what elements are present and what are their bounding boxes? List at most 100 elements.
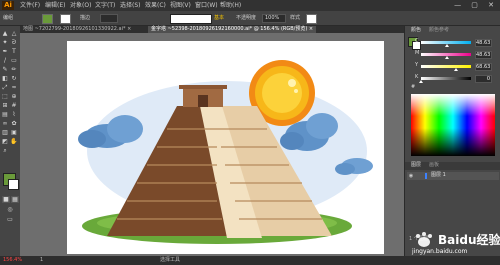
stroke-label: 描边 <box>80 15 91 21</box>
mesh-tool-icon[interactable]: # <box>10 102 18 109</box>
eye-icon[interactable]: ◉ <box>408 173 414 179</box>
tab-artboards[interactable]: 画板 <box>429 162 439 169</box>
graph-tool-icon[interactable]: ▥ <box>1 129 9 136</box>
zoom-tool-icon[interactable]: ⌕ <box>1 147 9 154</box>
basic-label: 基本 <box>214 15 225 21</box>
watermark-url: jingyan.baidu.com <box>412 248 468 255</box>
draw-mode-icon[interactable]: ◎ <box>6 206 14 213</box>
page-indicator[interactable]: 1 <box>40 257 43 264</box>
menu-select[interactable]: 选择(S) <box>120 1 141 10</box>
blend-tool-icon[interactable]: ∞ <box>1 120 9 127</box>
tools-panel: ▲ △ ✦ ᘐ ✒ T / ▭ ✎ ✏ ◧ ↻ ⤢ ≈ ⬚ ⊕ ⊞ # ▤ ⌇ … <box>0 26 21 256</box>
rotate-icon[interactable]: ↻ <box>10 75 18 82</box>
gradient-tool-icon[interactable]: ▤ <box>1 111 9 118</box>
sun-highlight-small <box>294 89 298 93</box>
menu-bar: Ai 文件(F) 编辑(E) 对象(O) 文字(T) 选择(S) 效果(C) 视… <box>0 0 500 11</box>
channel-c-label: C <box>415 38 419 44</box>
control-bar: 编组 描边 基本 不透明度 100% 样式 <box>0 11 500 26</box>
direct-selection-tool-icon[interactable]: △ <box>10 30 18 37</box>
style-label: 样式 <box>290 15 301 21</box>
symbol-sprayer-icon[interactable]: ✿ <box>10 120 18 127</box>
window-controls[interactable]: — ▢ ✕ <box>454 1 498 10</box>
menu-edit[interactable]: 编辑(E) <box>45 1 65 10</box>
black-slider-thumb[interactable] <box>419 80 423 83</box>
hand-tool-icon[interactable]: ✋ <box>10 138 18 145</box>
magenta-slider-thumb[interactable] <box>445 56 449 59</box>
eyedropper-icon[interactable]: ⌇ <box>10 111 18 118</box>
menu-effect[interactable]: 效果(C) <box>145 1 166 10</box>
yellow-value[interactable]: 68.63 <box>475 63 492 71</box>
menu-window[interactable]: 窗口(W) <box>195 1 218 10</box>
menu-type[interactable]: 文字(T) <box>95 1 115 10</box>
channel-k-label: K <box>415 74 419 80</box>
tab-pyramid-document[interactable]: 金字塔 ~52398-20180926192160000.ai* @ 156.4… <box>148 26 317 33</box>
color-panel: 颜色 颜色参考 C 48.63 M 48.63 Y 68.63 K 0 # 图层… <box>404 26 500 256</box>
fill-swatch[interactable] <box>42 14 53 24</box>
watermark: Baidu经验 jingyan.baidu.com <box>412 232 500 256</box>
lasso-icon[interactable]: ᘐ <box>10 39 18 46</box>
menu-object[interactable]: 对象(O) <box>70 1 91 10</box>
cyan-value[interactable]: 48.63 <box>475 39 492 47</box>
gradient-mode-icon[interactable]: ▦ <box>11 196 19 203</box>
tab-layers[interactable]: 图层 <box>411 162 421 169</box>
temple-roof <box>179 85 227 89</box>
perspective-grid-icon[interactable]: ⊞ <box>1 102 9 109</box>
magenta-value[interactable]: 48.63 <box>475 51 492 59</box>
style-swatch[interactable] <box>306 14 317 24</box>
opacity-label: 不透明度 <box>236 15 257 21</box>
channel-m-label: M <box>415 50 420 56</box>
scale-icon[interactable]: ⤢ <box>1 84 9 91</box>
menu-help[interactable]: 帮助(H) <box>220 1 241 10</box>
width-tool-icon[interactable]: ≈ <box>10 84 18 91</box>
menu-file[interactable]: 文件(F) <box>20 1 40 10</box>
brush-definition[interactable] <box>170 14 212 24</box>
yellow-slider[interactable] <box>421 65 471 68</box>
tab-color[interactable]: 颜色 <box>411 27 421 34</box>
stroke-color-box[interactable] <box>8 179 19 190</box>
document-tabs: 地图 ~7202799-20180926101330922.ai* × 金字塔 … <box>20 26 404 33</box>
pencil-icon[interactable]: ✏ <box>10 66 18 73</box>
black-value[interactable]: 0 <box>475 75 492 83</box>
menu-view[interactable]: 视图(V) <box>170 1 191 10</box>
stroke-swatch[interactable] <box>60 14 71 24</box>
layers-header: 图层 画板 <box>405 162 500 170</box>
screen-mode-icon[interactable]: ▭ <box>6 216 14 223</box>
paintbrush-icon[interactable]: ✎ <box>1 66 9 73</box>
color-mode-icon[interactable]: ■ <box>2 196 10 203</box>
selection-label: 编组 <box>3 15 14 21</box>
artwork <box>78 60 373 244</box>
stroke-weight-dropdown[interactable] <box>100 14 118 23</box>
sun-highlight <box>288 79 296 87</box>
temple-door <box>198 95 208 107</box>
slice-tool-icon[interactable]: ◩ <box>1 138 9 145</box>
hex-label: # <box>411 84 416 90</box>
selection-tool-icon[interactable]: ▲ <box>1 30 9 37</box>
pen-tool-icon[interactable]: ✒ <box>1 48 9 55</box>
layer-name[interactable]: 图层 1 <box>431 172 446 179</box>
artboard-tool-icon[interactable]: ▣ <box>10 129 18 136</box>
canvas-area[interactable] <box>20 33 404 256</box>
black-slider[interactable] <box>421 77 471 80</box>
magic-wand-icon[interactable]: ✦ <box>1 39 9 46</box>
zoom-indicator[interactable]: 156.4% <box>3 257 22 264</box>
channel-y-label: Y <box>415 62 419 68</box>
rectangle-tool-icon[interactable]: ▭ <box>10 57 18 64</box>
cyan-slider-thumb[interactable] <box>445 44 449 47</box>
free-transform-icon[interactable]: ⬚ <box>1 93 9 100</box>
tab-map-document[interactable]: 地图 ~7202799-20180926101330922.ai* × <box>20 26 134 33</box>
tab-color-guide[interactable]: 颜色参考 <box>429 27 449 34</box>
opacity-field[interactable]: 100% <box>262 14 286 23</box>
paw-logo-icon <box>416 232 432 247</box>
layer-color-tag <box>425 173 427 179</box>
status-bar: 156.4% 1 选择工具 <box>0 256 500 265</box>
yellow-slider-thumb[interactable] <box>454 68 458 71</box>
line-tool-icon[interactable]: / <box>1 57 9 64</box>
layer-row[interactable]: ◉ 图层 1 <box>407 172 499 180</box>
current-tool-status: 选择工具 <box>160 257 181 263</box>
watermark-text: Baidu经验 <box>438 233 500 247</box>
type-tool-icon[interactable]: T <box>10 48 18 55</box>
artboard[interactable] <box>67 41 384 254</box>
app-logo: Ai <box>2 1 14 10</box>
eraser-icon[interactable]: ◧ <box>1 75 9 82</box>
shape-builder-icon[interactable]: ⊕ <box>10 93 18 100</box>
